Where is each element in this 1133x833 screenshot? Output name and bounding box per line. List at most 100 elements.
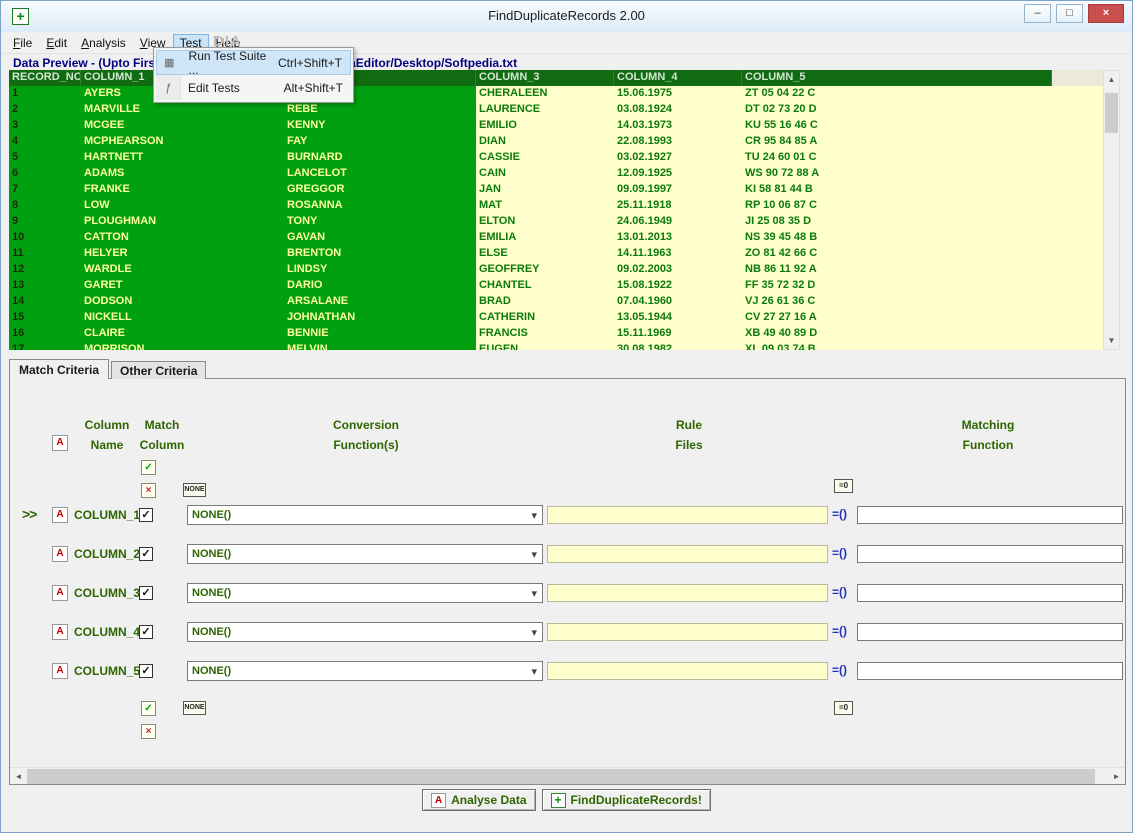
- column-header-column_3[interactable]: COLUMN_3: [476, 70, 614, 86]
- table-row[interactable]: 7 FRANKE GREGGOR JAN 09.09.1997 KI 58 81 44 B: [9, 182, 1105, 198]
- table-cell: GEOFFREY: [476, 262, 614, 278]
- menu-analysis[interactable]: Analysis: [74, 34, 133, 52]
- column-header-column_4[interactable]: COLUMN_4: [614, 70, 742, 86]
- column-icon: A: [52, 507, 68, 523]
- table-cell-filler: [1052, 150, 1105, 166]
- menu-item-run-test-suite[interactable]: ▦ Run Test Suite ... Ctrl+Shift+T: [156, 48, 351, 77]
- rule-file-input[interactable]: [547, 506, 828, 524]
- table-cell: 14.03.1973: [614, 118, 742, 134]
- table-cell: 8: [9, 198, 81, 214]
- table-cell: FF 35 72 32 D: [742, 278, 1052, 294]
- chevron-down-icon: ▾: [531, 510, 537, 522]
- menu-item-edit-tests[interactable]: ƒ Edit Tests Alt+Shift+T: [156, 75, 351, 100]
- table-row[interactable]: 16 CLAIRE BENNIE FRANCIS 15.11.1969 XB 49 40 …: [9, 326, 1105, 342]
- tab-match-criteria[interactable]: Match Criteria: [9, 359, 110, 379]
- table-row[interactable]: 12 WARDLE LINDSY GEOFFREY 09.02.2003 NB 86 11…: [9, 262, 1105, 278]
- table-row[interactable]: 13 GARET DARIO CHANTEL 15.08.1922 FF 35 72 32…: [9, 278, 1105, 294]
- scroll-down-icon[interactable]: ▼: [1104, 332, 1119, 349]
- close-button[interactable]: ×: [1088, 4, 1124, 23]
- table-row[interactable]: 15 NICKELL JOHNATHAN CATHERIN 13.05.1944 CV 2…: [9, 310, 1105, 326]
- all-conversion-none-button-bottom[interactable]: NONE: [183, 701, 206, 715]
- criteria-tabs: Match Criteria Other Criteria: [9, 359, 208, 379]
- matching-function-input[interactable]: [857, 584, 1123, 602]
- table-cell: 11: [9, 246, 81, 262]
- match-criteria-panel: Column Name Match Column Conversion Function(…: [9, 378, 1126, 785]
- scroll-up-icon[interactable]: ▲: [1104, 71, 1119, 88]
- uncheck-all-button[interactable]: ×: [141, 483, 156, 498]
- menu-item-label: Run Test Suite ...: [188, 48, 267, 77]
- uncheck-all-button-bottom[interactable]: ×: [141, 724, 156, 739]
- matching-function-input[interactable]: [857, 506, 1123, 524]
- table-vertical-scrollbar[interactable]: ▲ ▼: [1103, 70, 1120, 350]
- scroll-right-icon[interactable]: ►: [1108, 768, 1125, 785]
- table-cell: 16: [9, 326, 81, 342]
- matching-function-input[interactable]: [857, 623, 1123, 641]
- table-cell: ARSALANE: [284, 294, 476, 310]
- match-column-checkbox[interactable]: ✓: [139, 625, 153, 639]
- find-duplicate-records-button[interactable]: + FindDuplicateRecords!: [541, 789, 711, 811]
- table-cell: GARET: [81, 278, 284, 294]
- table-cell: 09.02.2003: [614, 262, 742, 278]
- table-row[interactable]: 8 LOW ROSANNA MAT 25.11.1918 RP 10 06 87 C: [9, 198, 1105, 214]
- horizontal-scrollbar[interactable]: ◄ ►: [10, 767, 1125, 784]
- menu-file[interactable]: File: [6, 34, 39, 52]
- vscroll-thumb[interactable]: [1105, 93, 1118, 133]
- table-cell: 9: [9, 214, 81, 230]
- rule-file-input[interactable]: [547, 662, 828, 680]
- table-cell: ADAMS: [81, 166, 284, 182]
- table-row[interactable]: 6 ADAMS LANCELOT CAIN 12.09.1925 WS 90 72 88 …: [9, 166, 1105, 182]
- column-icon: A: [52, 435, 68, 451]
- table-row[interactable]: 3 MCGEE KENNY EMILIO 14.03.1973 KU 55 16 46 C: [9, 118, 1105, 134]
- match-column-checkbox[interactable]: ✓: [139, 664, 153, 678]
- rule-file-input[interactable]: [547, 545, 828, 563]
- all-matching-button-bottom[interactable]: =0: [834, 701, 853, 715]
- footer-buttons: A Analyse Data + FindDuplicateRecords!: [1, 789, 1132, 811]
- table-row[interactable]: 17 MORRISON MELVIN EUGEN 30.08.1982 XL 09 03 …: [9, 342, 1105, 350]
- scroll-left-icon[interactable]: ◄: [10, 768, 27, 785]
- table-cell: LINDSY: [284, 262, 476, 278]
- all-matching-button[interactable]: =0: [834, 479, 853, 493]
- analyse-icon: A: [431, 792, 447, 808]
- check-all-button[interactable]: ✓: [141, 460, 156, 475]
- maximize-button[interactable]: □: [1056, 4, 1083, 23]
- table-cell: CATHERIN: [476, 310, 614, 326]
- table-row[interactable]: 10 CATTON GAVAN EMILIA 13.01.2013 NS 39 45 48…: [9, 230, 1105, 246]
- table-row[interactable]: 4 MCPHEARSON FAY DIAN 22.08.1993 CR 95 84 85 …: [9, 134, 1105, 150]
- rule-file-input[interactable]: [547, 623, 828, 641]
- table-row[interactable]: 14 DODSON ARSALANE BRAD 07.04.1960 VJ 26 61 3…: [9, 294, 1105, 310]
- check-all-button-bottom[interactable]: ✓: [141, 701, 156, 716]
- conversion-function-select[interactable]: NONE() ▾: [187, 544, 543, 564]
- table-row[interactable]: 11 HELYER BRENTON ELSE 14.11.1963 ZO 81 42 66…: [9, 246, 1105, 262]
- table-cell: 4: [9, 134, 81, 150]
- conversion-function-select[interactable]: NONE() ▾: [187, 622, 543, 642]
- table-cell: MELVIN: [284, 342, 476, 350]
- match-column-checkbox[interactable]: ✓: [139, 547, 153, 561]
- matching-function-input[interactable]: [857, 545, 1123, 563]
- conversion-function-select[interactable]: NONE() ▾: [187, 661, 543, 681]
- minimize-button[interactable]: –: [1024, 4, 1051, 23]
- matching-function-input[interactable]: [857, 662, 1123, 680]
- table-cell-filler: [1052, 198, 1105, 214]
- table-cell: 30.08.1982: [614, 342, 742, 350]
- analyse-data-button[interactable]: A Analyse Data: [422, 789, 536, 811]
- table-cell: BENNIE: [284, 326, 476, 342]
- table-body: 1 AYERS CHERALEEN 15.06.1975 ZT 05 04 22 C2M…: [9, 86, 1105, 350]
- tab-other-criteria[interactable]: Other Criteria: [111, 361, 207, 379]
- conversion-function-select[interactable]: NONE() ▾: [187, 505, 543, 525]
- all-conversion-none-button[interactable]: NONE: [183, 483, 206, 497]
- table-row[interactable]: 9 PLOUGHMAN TONY ELTON 24.06.1949 JI 25 08 35…: [9, 214, 1105, 230]
- column-header-record_no[interactable]: RECORD_NO: [9, 70, 81, 86]
- table-row[interactable]: 2 MARVILLE REBE LAURENCE 03.08.1924 DT 02 73 …: [9, 102, 1105, 118]
- match-column-checkbox[interactable]: ✓: [139, 586, 153, 600]
- conversion-function-select[interactable]: NONE() ▾: [187, 583, 543, 603]
- menu-edit[interactable]: Edit: [39, 34, 74, 52]
- table-row[interactable]: 5 HARTNETT BURNARD CASSIE 03.02.1927 TU 24 60…: [9, 150, 1105, 166]
- table-cell: KI 58 81 44 B: [742, 182, 1052, 198]
- hscroll-thumb[interactable]: [27, 769, 1095, 784]
- table-cell-filler: [1052, 310, 1105, 326]
- table-cell: LANCELOT: [284, 166, 476, 182]
- rule-file-input[interactable]: [547, 584, 828, 602]
- column-header-column_5[interactable]: COLUMN_5: [742, 70, 1052, 86]
- data-preview-table: RECORD_NOCOLUMN_1COLUMN_2COLUMN_3COLUMN_…: [9, 70, 1105, 350]
- match-column-checkbox[interactable]: ✓: [139, 508, 153, 522]
